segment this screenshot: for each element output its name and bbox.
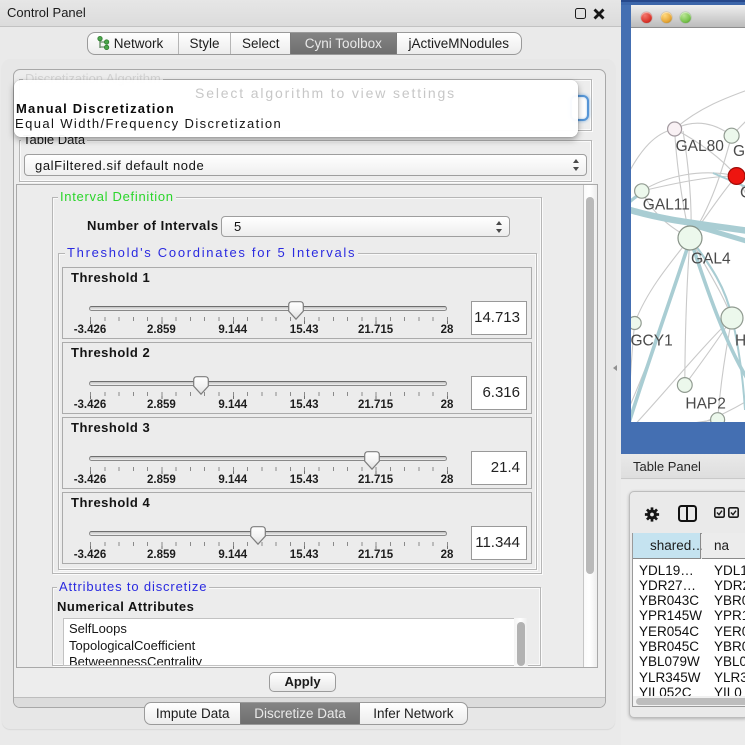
svg-text:GAL80: GAL80 bbox=[676, 138, 725, 155]
svg-text:GA: GA bbox=[733, 143, 745, 160]
svg-text:GAL11: GAL11 bbox=[643, 196, 690, 213]
svg-text:GAL4: GAL4 bbox=[691, 251, 731, 268]
svg-text:HAP2: HAP2 bbox=[685, 395, 726, 412]
svg-text:HI: HI bbox=[735, 333, 745, 350]
svg-text:GCY1: GCY1 bbox=[631, 333, 673, 350]
svg-text:CA: CA bbox=[740, 185, 745, 202]
